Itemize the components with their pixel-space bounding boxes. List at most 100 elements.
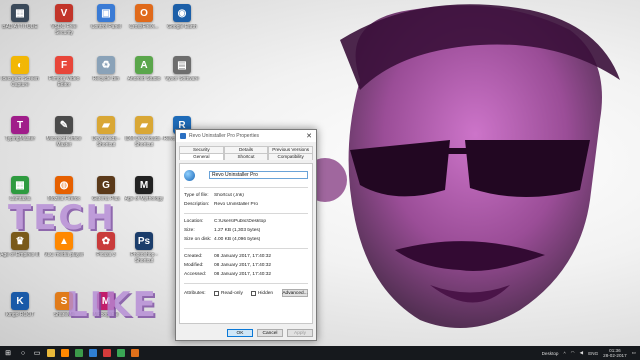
desktop-icon-label: Picasa 3 <box>96 252 116 258</box>
desktop-icon[interactable]: ▣ Control Panel <box>86 4 126 48</box>
taskbar-app-app-blue[interactable] <box>86 346 100 360</box>
tab-security[interactable]: Security <box>179 146 224 153</box>
divider <box>184 283 308 284</box>
desktop-icon[interactable]: ♛ Age of Empires III <box>0 232 40 276</box>
network-icon[interactable]: ◠ <box>571 350 575 356</box>
tab-previous-versions[interactable]: Previous Versions <box>268 146 314 153</box>
app-orange-icon <box>131 349 139 357</box>
property-label: Accessed: <box>184 272 207 277</box>
desktop-icon[interactable]: O CrossFireX... <box>124 4 164 48</box>
desktop-icon-label: Kingo ROOT <box>5 312 35 318</box>
desktop-icon-label: Microsoft Office Master <box>46 136 82 148</box>
hidden-label: Hidden <box>257 290 274 296</box>
taskbar-app-file-explorer[interactable] <box>44 346 58 360</box>
desktop-icon[interactable]: F Filmora Video Editor <box>44 56 84 100</box>
desktop-icon-label: Google Earth <box>167 24 197 30</box>
desktop-icon[interactable]: T TypingMaster <box>0 116 40 160</box>
desktop-icon[interactable]: M Age of Mythology <box>124 176 164 220</box>
property-value: 4.00 KB (4,096 bytes) <box>214 237 261 242</box>
readonly-checkbox[interactable]: Read-only <box>214 290 243 296</box>
tray-arrow-icon[interactable]: ^ <box>563 351 565 356</box>
watermark-like: LIKE <box>66 285 158 325</box>
desktop-icon[interactable]: Ps Photoshop - Shortcut <box>124 232 164 276</box>
desktop-icon[interactable]: ◐ Icecream Screen Capture <box>0 56 40 100</box>
desktop-icon-label: Recycle Bin <box>92 76 120 82</box>
desktop-icon-label: Age of Mythology <box>124 196 164 202</box>
desktop-icon-label: Control Panel <box>90 24 122 30</box>
close-icon[interactable]: ✕ <box>302 132 316 140</box>
watermark-tech: TECH <box>8 198 116 238</box>
app-icon: K <box>11 292 29 310</box>
clock-date: 28-02-2017 <box>603 353 627 358</box>
app-red-icon <box>103 349 111 357</box>
ok-button[interactable]: OK <box>227 329 253 337</box>
app-icon: ◉ <box>173 4 191 22</box>
desktop-icon[interactable]: ◉ Google Earth <box>162 4 202 48</box>
apply-button[interactable]: Apply <box>287 329 313 337</box>
desktop-icon-label: Downloads - Shortcut <box>92 136 120 148</box>
tabs-row-bottom: General Shortcut Compatibility <box>176 153 316 160</box>
desktop-icon[interactable]: V VSDC Free Security <box>44 4 84 48</box>
property-label: Created: <box>184 254 203 259</box>
app-icon: M <box>135 176 153 194</box>
desktop-icon[interactable]: ▤ Vysor Software <box>162 56 202 100</box>
desktop-icon[interactable]: ▲ VLC media player <box>44 232 84 276</box>
desktop-icon[interactable]: K Kingo ROOT <box>0 292 40 336</box>
desktop-toolbar-label[interactable]: Desktop <box>542 351 559 356</box>
desktop-icon[interactable]: ▰ Downloads - Shortcut <box>86 116 126 160</box>
app-icon: ✎ <box>55 116 73 134</box>
dialog-titlebar[interactable]: Revo Uninstaller Pro Properties ✕ <box>176 130 316 142</box>
taskbar-app-vlc[interactable] <box>58 346 72 360</box>
taskbar-app-chrome[interactable] <box>72 346 86 360</box>
cancel-button[interactable]: Cancel <box>257 329 283 337</box>
tab-general[interactable]: General <box>179 153 224 160</box>
search-icon[interactable]: ○ <box>16 346 30 360</box>
desktop-icon-label: Vysor Software <box>165 76 199 82</box>
desktop-icon-label: VLC media player <box>44 252 84 258</box>
general-tab-panel: Type of file: Shortcut (.lnk) Description:… <box>179 163 313 324</box>
notification-icon[interactable]: ▭ <box>632 350 636 356</box>
desktop-icon[interactable]: ✎ Microsoft Office Master <box>44 116 84 160</box>
app-icon: ▦ <box>11 176 29 194</box>
app-icon: G <box>97 176 115 194</box>
vlc-icon <box>61 349 69 357</box>
volume-icon[interactable]: ◀ <box>580 350 584 356</box>
taskbar-apps <box>44 346 142 360</box>
app-icon: O <box>135 4 153 22</box>
divider <box>184 213 308 214</box>
hidden-checkbox[interactable]: Hidden <box>250 290 274 296</box>
properties-dialog: Revo Uninstaller Pro Properties ✕ Securi… <box>175 129 317 341</box>
shortcut-name-input[interactable] <box>209 171 308 179</box>
desktop-icon-label: Icecream Screen Capture <box>1 76 39 88</box>
desktop-icon[interactable]: ✿ Picasa 3 <box>86 232 126 276</box>
desktop-icon[interactable]: ♻ Recycle Bin <box>86 56 126 100</box>
task-view-icon[interactable]: ▭ <box>30 346 44 360</box>
tab-shortcut[interactable]: Shortcut <box>223 153 269 160</box>
app-icon: V <box>55 4 73 22</box>
taskbar-app-app-orange[interactable] <box>128 346 142 360</box>
taskbar-app-app-red[interactable] <box>100 346 114 360</box>
start-icon[interactable]: ⊞ <box>0 346 16 360</box>
property-label: Size on disk: <box>184 237 212 242</box>
tab-compatibility[interactable]: Compatibility <box>268 153 314 160</box>
app-icon: T <box>11 116 29 134</box>
property-value: Revo Uninstaller Pro <box>214 202 258 207</box>
tab-details[interactable]: Details <box>223 146 269 153</box>
desktop-icon-label: Filmora Video Editor <box>48 76 80 88</box>
desktop-icon[interactable]: ▰ IDM Downloads - Shortcut <box>124 116 164 160</box>
dialog-button-bar: OK Cancel Apply <box>227 329 313 337</box>
property-value: 1.27 KB (1,303 bytes) <box>214 228 261 233</box>
shortcut-app-icon <box>180 133 186 139</box>
clock[interactable]: 01:36 28-02-2017 <box>603 348 627 358</box>
property-row: Size: 1.27 KB (1,303 bytes) <box>184 226 308 235</box>
app-icon: Ps <box>135 232 153 250</box>
desktop-icon[interactable]: A Android Studio <box>124 56 164 100</box>
dialog-title: Revo Uninstaller Pro Properties <box>189 133 260 139</box>
property-value: Shortcut (.lnk) <box>214 193 244 198</box>
divider <box>184 187 308 188</box>
desktop-icon[interactable]: ▦ BAD ATTITUDE <box>0 4 40 48</box>
app-green-icon <box>117 349 125 357</box>
language-indicator[interactable]: ENG <box>588 351 598 356</box>
taskbar-app-app-green[interactable] <box>114 346 128 360</box>
advanced-button[interactable]: Advanced... <box>282 289 308 297</box>
